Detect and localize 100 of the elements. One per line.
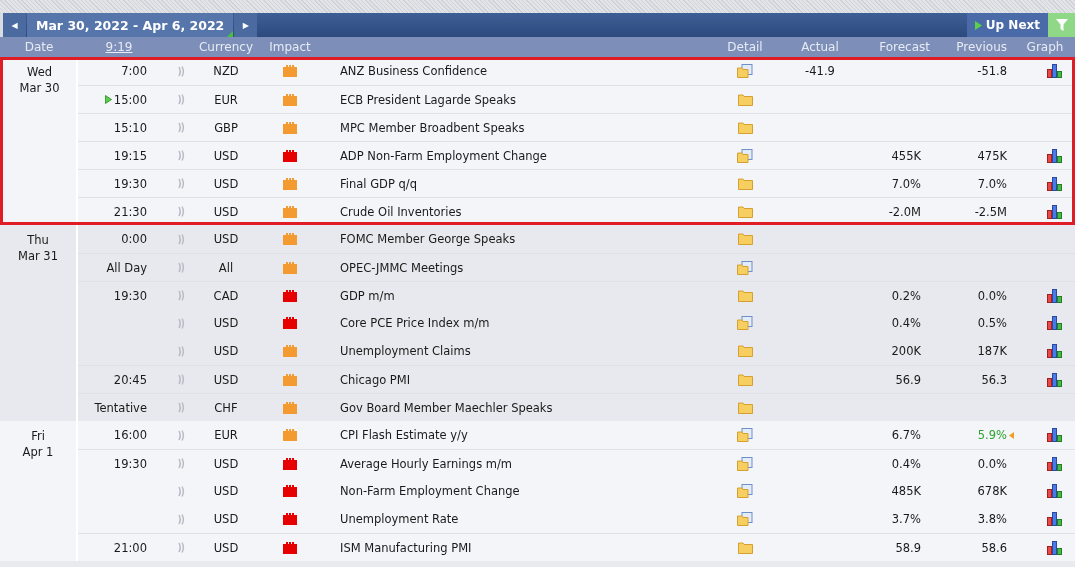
event-title[interactable]: Unemployment Claims <box>330 344 720 358</box>
up-next-button[interactable]: Up Next <box>966 13 1048 37</box>
folder-document-icon[interactable] <box>737 456 753 471</box>
sound-icon[interactable] <box>177 122 185 133</box>
event-title[interactable]: ANZ Business Confidence <box>330 64 720 78</box>
event-time: 21:30 <box>113 204 147 219</box>
bar-chart-icon[interactable] <box>1047 176 1063 191</box>
currency-code: USD <box>212 372 240 387</box>
sound-icon[interactable] <box>177 374 185 385</box>
previous-value: -51.8 <box>977 64 1007 78</box>
event-title[interactable]: ADP Non-Farm Employment Change <box>330 148 720 163</box>
folder-icon[interactable] <box>737 345 753 357</box>
event-time: 15:10 <box>113 120 147 135</box>
previous-value: 475K <box>977 148 1007 163</box>
day-label: Wed <box>26 64 53 80</box>
event-title[interactable]: Final GDP q/q <box>330 176 720 191</box>
sound-icon[interactable] <box>177 458 185 469</box>
bar-chart-icon[interactable] <box>1047 428 1063 442</box>
currency-code: USD <box>212 176 240 191</box>
forecast-value: 0.4% <box>891 316 921 330</box>
sound-icon[interactable] <box>177 317 185 329</box>
sound-icon[interactable] <box>177 345 185 357</box>
previous-value: 7.0% <box>977 176 1007 191</box>
bar-chart-icon[interactable] <box>1047 148 1063 163</box>
currency-code: USD <box>212 204 240 219</box>
event-title[interactable]: Chicago PMI <box>330 372 720 387</box>
bar-chart-icon[interactable] <box>1047 64 1063 78</box>
sound-icon[interactable] <box>177 178 185 189</box>
event-title[interactable]: Core PCE Price Index m/m <box>330 316 720 330</box>
sound-icon[interactable] <box>177 262 185 273</box>
sound-icon[interactable] <box>177 206 185 217</box>
event-title[interactable]: Unemployment Rate <box>330 512 720 526</box>
sound-icon[interactable] <box>177 233 185 245</box>
event-time: 19:30 <box>113 456 147 471</box>
currency-code: USD <box>212 512 240 526</box>
event-time: Tentative <box>94 400 147 415</box>
event-title[interactable]: OPEC-JMMC Meetings <box>330 260 720 275</box>
folder-icon[interactable] <box>737 401 753 414</box>
event-title[interactable]: ISM Manufacturing PMI <box>330 540 720 555</box>
sound-icon[interactable] <box>177 94 185 105</box>
sound-icon[interactable] <box>177 542 185 553</box>
forecast-value: 3.7% <box>891 512 921 526</box>
folder-document-icon[interactable] <box>737 484 753 498</box>
currency-code: USD <box>212 540 240 555</box>
currency-code: EUR <box>213 92 239 107</box>
folder-icon[interactable] <box>737 177 753 190</box>
bar-chart-icon[interactable] <box>1047 316 1063 330</box>
event-title[interactable]: GDP m/m <box>330 288 720 303</box>
day-label: Thu <box>27 232 49 248</box>
folder-icon[interactable] <box>737 541 753 554</box>
previous-value: -2.5M <box>974 204 1007 219</box>
event-title[interactable]: Non-Farm Employment Change <box>330 484 720 498</box>
bar-chart-icon[interactable] <box>1047 540 1063 555</box>
event-title[interactable]: CPI Flash Estimate y/y <box>330 428 720 442</box>
sound-icon[interactable] <box>177 150 185 161</box>
bar-chart-icon[interactable] <box>1047 372 1063 387</box>
folder-document-icon[interactable] <box>737 148 753 163</box>
folder-document-icon[interactable] <box>737 260 753 275</box>
folder-icon[interactable] <box>737 233 753 245</box>
column-header: Actual <box>800 40 840 54</box>
event-title[interactable]: FOMC Member George Speaks <box>330 232 720 246</box>
bar-chart-icon[interactable] <box>1047 344 1063 358</box>
previous-week-button[interactable]: ◀ <box>3 13 26 37</box>
folder-icon[interactable] <box>737 373 753 386</box>
bar-chart-icon[interactable] <box>1047 456 1063 471</box>
event-title[interactable]: ECB President Lagarde Speaks <box>330 92 720 107</box>
event-title[interactable]: Average Hourly Earnings m/m <box>330 456 720 471</box>
folder-icon[interactable] <box>737 93 753 106</box>
folder-document-icon[interactable] <box>737 512 753 526</box>
sound-icon[interactable] <box>177 513 185 525</box>
sound-icon[interactable] <box>177 485 185 497</box>
folder-icon[interactable] <box>737 289 753 302</box>
folder-icon[interactable] <box>737 205 753 218</box>
event-title[interactable]: Crude Oil Inventories <box>330 204 720 219</box>
event-title[interactable]: Gov Board Member Maechler Speaks <box>330 400 720 415</box>
bar-chart-icon[interactable] <box>1047 288 1063 303</box>
previous-value: 0.5% <box>977 316 1007 330</box>
event-title[interactable]: MPC Member Broadbent Speaks <box>330 120 720 135</box>
next-week-button[interactable]: ▶ <box>234 13 258 37</box>
filter-button[interactable] <box>1048 13 1075 37</box>
bar-chart-icon[interactable] <box>1047 484 1063 498</box>
date-label: Mar 30 <box>19 80 60 96</box>
sound-icon[interactable] <box>177 402 185 413</box>
currency-code: USD <box>212 232 240 246</box>
folder-icon[interactable] <box>737 121 753 134</box>
folder-document-icon[interactable] <box>737 316 753 330</box>
sound-icon[interactable] <box>177 65 185 77</box>
sound-icon[interactable] <box>177 429 185 441</box>
date-range-button[interactable]: Mar 30, 2022 - Apr 6, 2022 <box>27 13 234 37</box>
folder-document-icon[interactable] <box>737 64 753 78</box>
event-time: 16:00 <box>113 428 147 442</box>
folder-document-icon[interactable] <box>737 428 753 442</box>
currency-code: NZD <box>212 64 240 78</box>
currency-code: USD <box>212 344 240 358</box>
event-time: 20:45 <box>113 372 147 387</box>
sound-icon[interactable] <box>177 290 185 301</box>
forecast-value: 6.7% <box>891 428 921 442</box>
bar-chart-icon[interactable] <box>1047 512 1063 526</box>
bar-chart-icon[interactable] <box>1047 204 1063 219</box>
forecast-value: 0.4% <box>891 456 921 471</box>
